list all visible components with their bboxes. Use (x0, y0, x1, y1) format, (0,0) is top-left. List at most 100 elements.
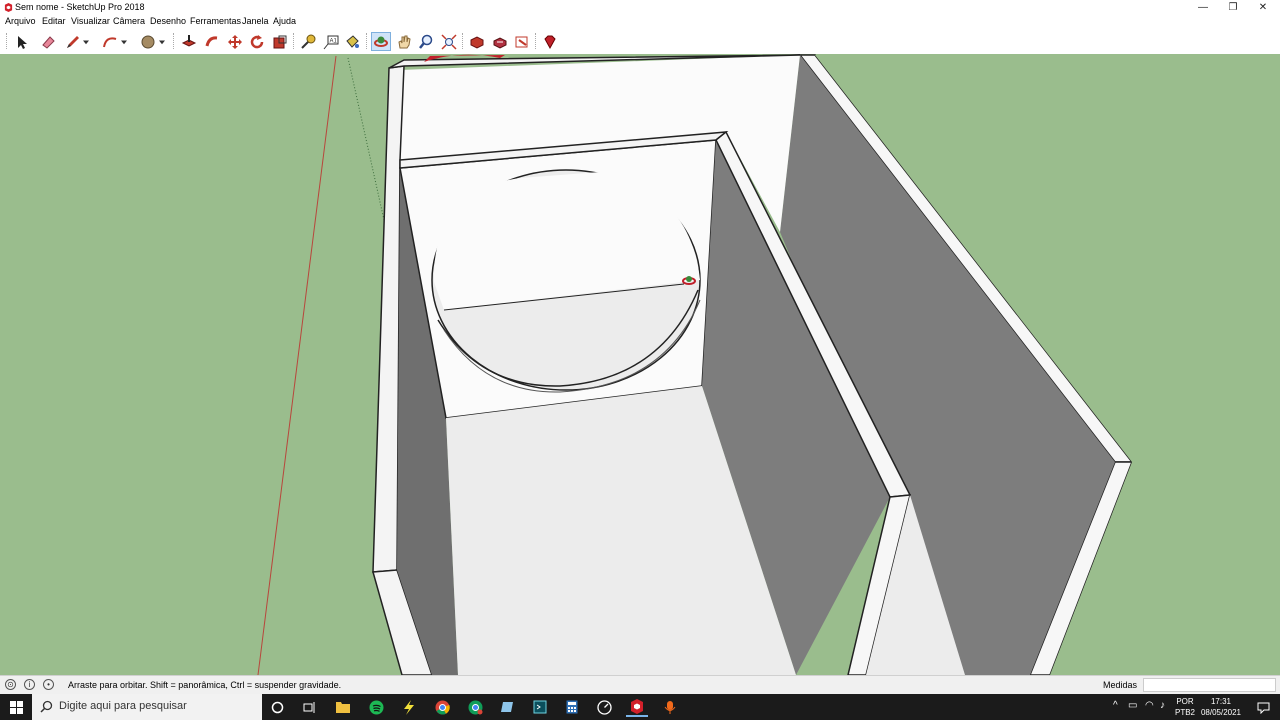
start-button[interactable] (0, 694, 32, 720)
shape-dropdown-button[interactable] (156, 32, 168, 51)
tape-measure-tool-button[interactable] (298, 32, 318, 51)
terminal-app-button[interactable] (529, 697, 551, 717)
user-icon[interactable]: • (43, 679, 54, 690)
cortana-button[interactable] (266, 697, 288, 717)
zoom-tool-button[interactable] (416, 32, 436, 51)
menu-janela[interactable]: Janela (242, 16, 269, 26)
zoom-extents-icon (441, 33, 457, 50)
spotify-button[interactable] (365, 697, 387, 717)
menu-visualizar[interactable]: Visualizar (71, 16, 110, 26)
action-center-button[interactable] (1252, 697, 1274, 717)
chrome-button[interactable] (431, 697, 453, 717)
pan-tool-button[interactable] (394, 32, 414, 51)
extension-warehouse-icon (493, 36, 507, 49)
ruby-console-button[interactable] (540, 32, 560, 51)
calculator-button[interactable] (561, 697, 583, 717)
cortana-circle-icon (271, 701, 283, 713)
tray-overflow-chevron-icon[interactable]: ^ (1113, 700, 1118, 711)
menu-bar: Arquivo Editar Visualizar Câmera Desenho… (0, 15, 1280, 28)
model-scene[interactable] (0, 54, 1280, 675)
lightning-icon (404, 699, 414, 715)
chrome-profile-button[interactable] (464, 697, 486, 717)
toolbar-grip[interactable] (293, 33, 295, 49)
menu-arquivo[interactable]: Arquivo (5, 16, 36, 26)
input-language-indicator[interactable]: POR PTB2 (1174, 696, 1196, 718)
text-tool-button[interactable]: A1 (321, 32, 341, 51)
orbit-tool-button[interactable] (371, 32, 391, 51)
rotate-tool-button[interactable] (247, 32, 267, 51)
main-toolbar: A1 (0, 28, 1280, 54)
line-dropdown-button[interactable] (80, 32, 92, 51)
toolbar-grip[interactable] (462, 33, 464, 49)
eraser-tool-button[interactable] (38, 32, 58, 51)
folder-icon (336, 702, 350, 713)
menu-ajuda[interactable]: Ajuda (273, 16, 296, 26)
menu-desenho[interactable]: Desenho (150, 16, 186, 26)
push-pull-tool-button[interactable] (179, 32, 199, 51)
close-button[interactable]: ✕ (1248, 0, 1278, 15)
hand-icon (398, 35, 411, 48)
text-label-icon: A1 (323, 35, 339, 49)
scale-tool-button[interactable] (270, 32, 290, 51)
speedometer-icon (596, 699, 612, 715)
arc-dropdown-button[interactable] (118, 32, 130, 51)
3d-warehouse-button[interactable] (467, 32, 487, 51)
chrome-icon (435, 700, 450, 715)
minimize-button[interactable]: — (1188, 0, 1218, 15)
window-title: Sem nome - SketchUp Pro 2018 (15, 2, 145, 12)
layout-button[interactable] (512, 32, 532, 51)
dropdown-arrow-icon (121, 40, 127, 44)
system-clock[interactable]: 17:31 08/05/2021 (1196, 696, 1246, 718)
circle-tool-button[interactable] (138, 32, 158, 51)
volume-icon[interactable]: ♪ (1160, 700, 1165, 711)
toolbar-grip[interactable] (366, 33, 368, 49)
task-view-button[interactable] (298, 697, 320, 717)
search-placeholder: Digite aqui para pesquisar (59, 700, 187, 712)
lightning-app-button[interactable] (398, 697, 420, 717)
restore-button[interactable]: ❐ (1218, 0, 1248, 15)
geo-location-icon[interactable]: ⊙ (5, 679, 16, 690)
sketchup-taskbar-button[interactable] (626, 697, 648, 717)
network-icon[interactable]: ◠ (1145, 700, 1154, 711)
follow-me-icon (205, 35, 218, 46)
menu-ferramentas[interactable]: Ferramentas (190, 16, 241, 26)
move-tool-button[interactable] (225, 32, 245, 51)
taskbar-search-box[interactable]: Digite aqui para pesquisar (32, 694, 262, 720)
arrow-cursor-icon (18, 35, 27, 49)
clock-time: 17:31 (1210, 697, 1232, 706)
toolbar-grip[interactable] (6, 33, 8, 49)
windows-taskbar: Digite aqui para pesquisar ^ ▭ ◠ ♪ POR P… (0, 694, 1280, 720)
toolbar-grip[interactable] (173, 33, 175, 49)
menu-editar[interactable]: Editar (42, 16, 66, 26)
model-viewport[interactable] (0, 54, 1280, 675)
notes-icon (501, 702, 513, 712)
measurements-input[interactable] (1143, 678, 1276, 692)
scale-icon (273, 35, 287, 48)
move-arrows-icon (228, 34, 242, 49)
extension-warehouse-button[interactable] (490, 32, 510, 51)
orbit-icon (374, 36, 388, 47)
magnifier-icon (419, 34, 433, 49)
paint-bucket-tool-button[interactable] (342, 32, 362, 51)
keyboard-layout: PTB2 (1174, 708, 1195, 717)
menu-camera[interactable]: Câmera (113, 16, 145, 26)
zoom-extents-tool-button[interactable] (439, 32, 459, 51)
red-axis-line (257, 55, 337, 675)
pencil-icon (67, 35, 79, 48)
speaker-box-model[interactable] (372, 54, 1280, 675)
tape-measure-icon (301, 34, 316, 49)
battery-icon[interactable]: ▭ (1128, 700, 1137, 711)
rotate-icon (250, 34, 264, 48)
speedometer-app-button[interactable] (593, 697, 615, 717)
toolbar-grip[interactable] (535, 33, 537, 49)
notes-app-button[interactable] (496, 697, 518, 717)
arc-tool-button[interactable] (100, 32, 120, 51)
file-explorer-button[interactable] (332, 697, 354, 717)
status-message: Arraste para orbitar. Shift = panorâmica… (68, 680, 342, 690)
notification-icon (1257, 702, 1269, 714)
recorder-app-button[interactable] (659, 697, 681, 717)
follow-me-tool-button[interactable] (202, 32, 222, 51)
status-bar: ⊙ i • Arraste para orbitar. Shift = pano… (0, 675, 1280, 694)
select-tool-button[interactable] (11, 32, 31, 51)
info-icon[interactable]: i (24, 679, 35, 690)
